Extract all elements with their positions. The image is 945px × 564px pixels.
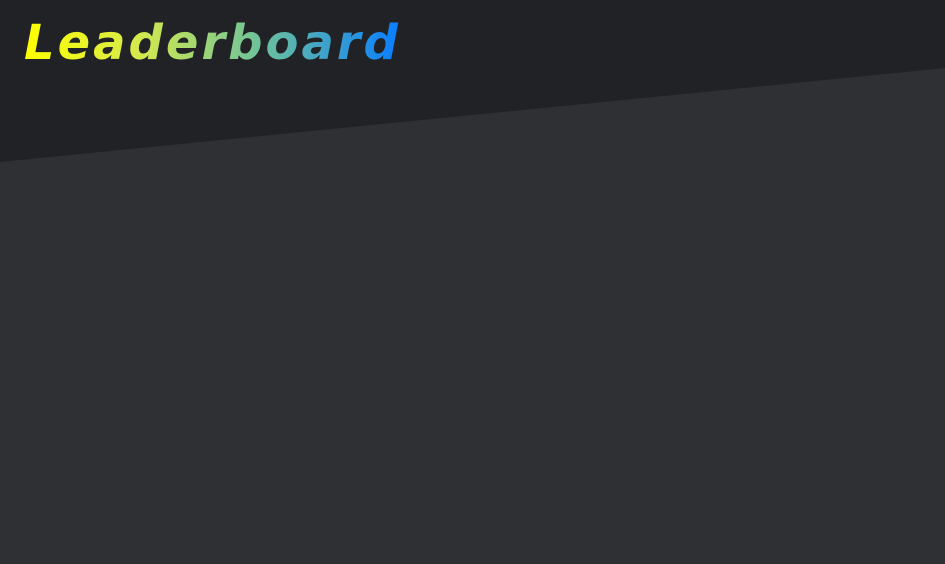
- page-title: Leaderboard: [24, 15, 401, 71]
- leaderboard-page: Leaderboard: [0, 0, 945, 564]
- content-panel: [0, 68, 945, 564]
